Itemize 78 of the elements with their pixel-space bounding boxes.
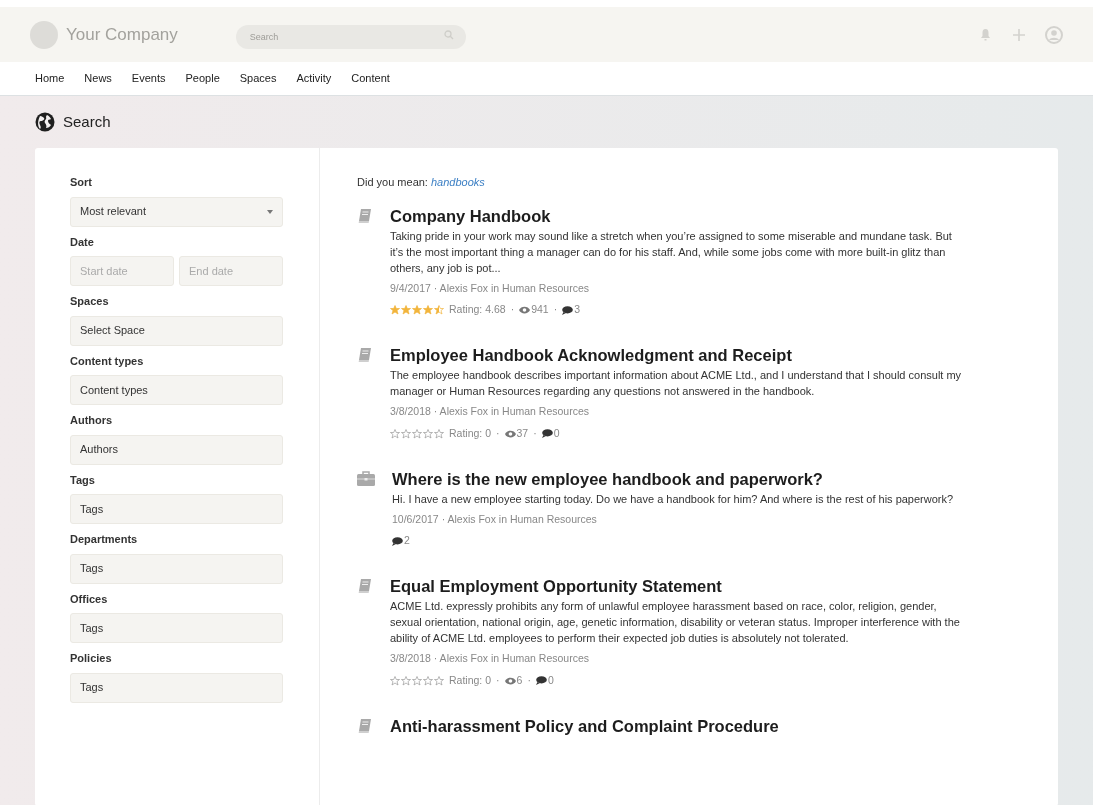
book-icon	[357, 717, 373, 734]
suggestion-link[interactable]: handbooks	[431, 176, 485, 188]
filter-label: Date	[70, 234, 95, 250]
sort-dropdown[interactable]: Most relevant	[70, 196, 283, 227]
result-excerpt: ACME Ltd. expressly prohibits any form of unlawful employee harassment based on race, color, religion, gender, sexual orientation, national origin, age, genetic information, disability or veteran status. Improper interference with the ability of ACME Ltd. employees to perform their expected job duties is absolutely not tolerated.	[390, 599, 961, 646]
separator-dot: ·	[496, 672, 500, 688]
comment-icon	[535, 676, 547, 686]
nav-link[interactable]: Content	[351, 70, 390, 87]
result-title[interactable]: Where is the new employee handbook and paperwork?	[392, 467, 954, 490]
plus-icon[interactable]	[1013, 28, 1025, 41]
briefcase-icon	[357, 470, 375, 486]
filter-dropdown[interactable]: Tags	[70, 494, 283, 524]
filter-dropdown[interactable]: Tags	[70, 553, 283, 584]
result-meta: 9/4/2017 · Alexis Fox in Human Resources	[390, 280, 590, 296]
globe-icon	[35, 112, 55, 132]
comment-count: 0	[547, 672, 554, 688]
filter-dropdown[interactable]: Content types	[70, 375, 283, 405]
result-meta: 3/8/2018 · Alexis Fox in Human Resources	[390, 404, 590, 419]
filter-label: Policies	[70, 651, 113, 666]
nav-link[interactable]: Home	[35, 70, 65, 87]
bell-icon[interactable]	[980, 28, 991, 41]
result-meta: 3/8/2018 · Alexis Fox in Human Resources	[390, 651, 590, 666]
filter-label: Sort	[70, 175, 93, 190]
comment-icon	[562, 305, 574, 315]
suggestion-text: Did you mean: handbooks	[357, 175, 486, 190]
filter-dropdown[interactable]: Select Space	[70, 315, 283, 346]
page-title: Search	[63, 111, 111, 132]
date-field[interactable]: End date	[179, 256, 283, 286]
comment-icon	[541, 429, 553, 439]
filter-dropdown[interactable]: Authors	[70, 434, 283, 465]
filter-label: Tags	[70, 472, 96, 488]
result-title[interactable]: Employee Handbook Acknowledgment and Receipt	[390, 344, 963, 366]
filter-dropdown[interactable]: Tags	[70, 613, 283, 643]
result-title[interactable]: Equal Employment Opportunity Statement	[390, 575, 963, 597]
separator-dot: ·	[510, 302, 515, 318]
search-icon	[443, 29, 454, 40]
eye-icon	[504, 429, 516, 438]
logo-icon	[30, 20, 58, 49]
eye-icon	[504, 676, 516, 685]
rating-text: Rating: 0	[449, 672, 492, 688]
date-field[interactable]: Start date	[70, 256, 174, 286]
filter-dropdown[interactable]: Tags	[70, 672, 283, 703]
nav-link[interactable]: Events	[131, 70, 166, 87]
eye-icon	[519, 306, 531, 315]
view-count: 6	[516, 672, 523, 688]
filter-label: Content types	[70, 353, 145, 369]
nav-link[interactable]: Activity	[296, 70, 332, 87]
nav-link[interactable]: Spaces	[239, 70, 277, 87]
comment-count: 0	[553, 425, 560, 441]
separator-dot: ·	[496, 425, 500, 441]
filter-label: Authors	[70, 413, 114, 428]
view-count: 941	[531, 302, 549, 318]
book-icon	[357, 207, 373, 224]
result-meta: 10/6/2017 · Alexis Fox in Human Resources	[392, 511, 598, 527]
rating-text: Rating: 0	[449, 425, 492, 441]
filter-label: Offices	[70, 591, 109, 607]
separator-dot: ·	[553, 302, 558, 318]
result-title[interactable]: Anti-harassment Policy and Complaint Procedure	[390, 714, 779, 737]
rating-text: Rating: 4.68	[449, 302, 506, 318]
search-field[interactable]: Search	[235, 24, 466, 49]
filter-label: Departments	[70, 532, 139, 547]
nav-link[interactable]: News	[84, 70, 112, 87]
nav-link[interactable]: People	[185, 70, 220, 87]
comment-count: 2	[404, 533, 410, 549]
result-title[interactable]: Company Handbook	[390, 204, 963, 227]
separator-dot: ·	[533, 425, 537, 441]
separator-dot: ·	[527, 672, 531, 688]
book-icon	[357, 578, 373, 594]
result-excerpt: Taking pride in your work may sound like a stretch when you’re assigned to some miserable and mundane task. But it’s the most important thing a manager can do for his staff. And, while some jobs come with more built-in glitz than others, any job is pot...	[390, 228, 953, 276]
result-excerpt: The employee handbook describes important information about ACME Ltd., and I understand that I should consult my manager or Human Resources regarding any questions not answered in the handbook.	[390, 368, 963, 399]
filter-label: Spaces	[70, 294, 110, 309]
comment-icon	[392, 536, 403, 546]
book-icon	[357, 347, 373, 363]
comment-count: 3	[574, 302, 580, 318]
caret-icon	[267, 209, 273, 214]
result-excerpt: Hi. I have a new employee starting today. Do we have a handbook for him? And where is the rest of his paperwork?	[392, 491, 954, 507]
user-icon[interactable]	[1045, 25, 1063, 44]
view-count: 37	[516, 425, 529, 441]
